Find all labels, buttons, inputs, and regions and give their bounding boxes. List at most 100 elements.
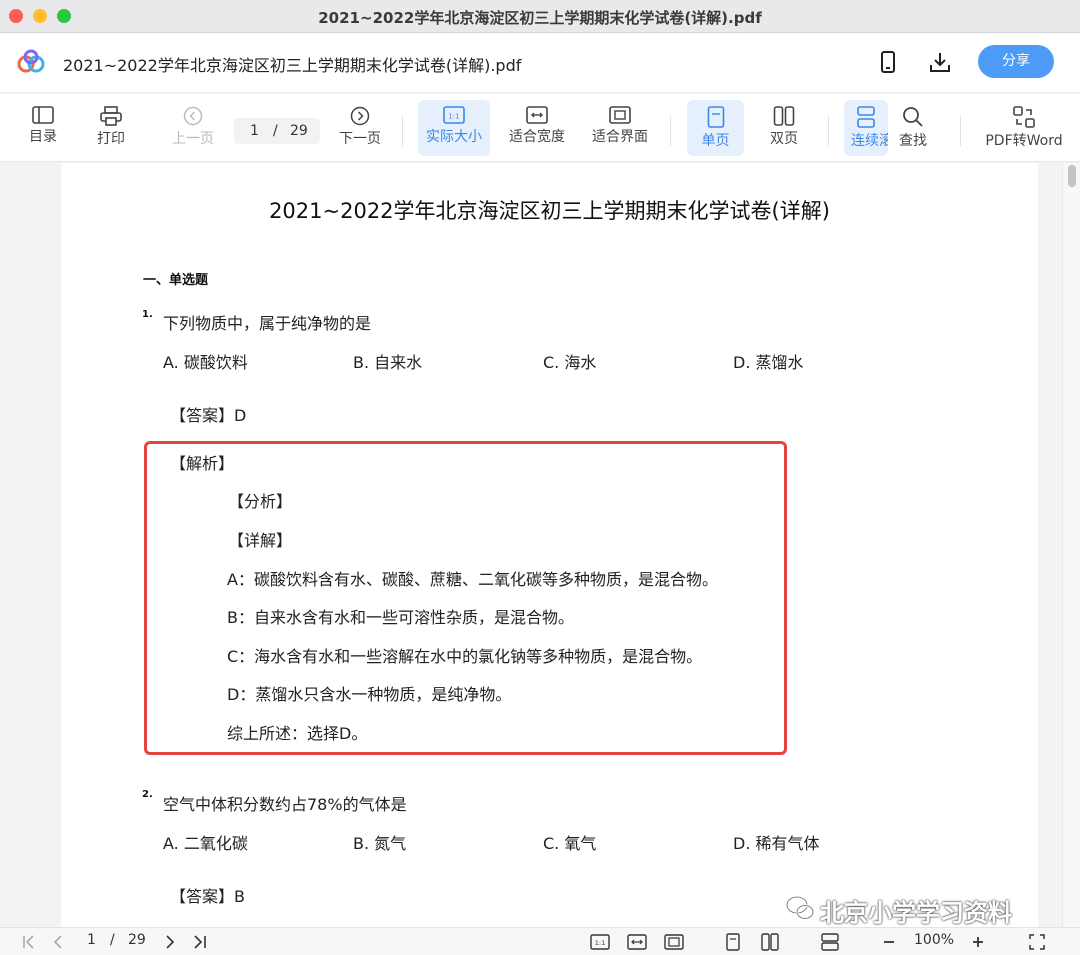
printer-icon (100, 106, 122, 126)
analysis-line: 综上所述：选择D。 (227, 724, 368, 743)
fit-window-icon[interactable] (664, 933, 684, 951)
analysis-line: 【分析】 (228, 492, 293, 511)
single-page-button[interactable]: 单页 (687, 100, 744, 156)
analysis-line: 【详解】 (228, 531, 293, 550)
prev-page-icon[interactable] (48, 933, 68, 951)
arrow-left-circle-icon (183, 106, 203, 126)
first-page-icon[interactable] (20, 933, 40, 951)
total-pages: 29 (290, 123, 308, 139)
convert-icon (1013, 106, 1035, 128)
zoom-in-icon[interactable] (968, 933, 988, 951)
analysis-line: B：自来水含有水和一些可溶性杂质，是混合物。 (227, 608, 574, 627)
bottom-current-page[interactable]: 1 (87, 932, 96, 948)
app-logo-icon (17, 49, 45, 73)
toolbar-divider (960, 116, 961, 146)
option-d: D. 稀有气体 (733, 834, 820, 853)
option-c: C. 海水 (543, 353, 597, 372)
vertical-scrollbar[interactable] (1062, 163, 1080, 927)
pdf-title: 2021~2022学年北京海淀区初三上学期期末化学试卷(详解) (269, 199, 830, 223)
double-page-label: 双页 (770, 131, 798, 147)
analysis-heading: 【解析】 (170, 454, 235, 473)
continuous-scroll-label: 连续滚 (851, 133, 888, 149)
section-heading: 一、单选题 (143, 273, 209, 288)
pdf-to-word-label: PDF转Word (985, 133, 1063, 149)
share-button[interactable]: 分享 (978, 45, 1054, 78)
last-page-icon[interactable] (190, 933, 210, 951)
arrow-right-circle-icon (350, 106, 370, 126)
window-titlebar: 2021~2022学年北京海淀区初三上学期期末化学试卷(详解).pdf (0, 0, 1080, 33)
bottom-page-separator: / (110, 932, 115, 948)
double-page-button[interactable]: 双页 (760, 100, 808, 156)
current-page: 1 (250, 123, 259, 139)
next-page-button[interactable]: 下一页 (336, 100, 384, 156)
continuous-scroll-icon (857, 106, 875, 128)
search-label: 查找 (899, 133, 927, 149)
scrollbar-thumb[interactable] (1068, 165, 1076, 187)
toc-label: 目录 (29, 129, 57, 145)
next-page-label: 下一页 (339, 131, 381, 147)
toc-button[interactable]: 目录 (22, 100, 64, 156)
search-button[interactable]: 查找 (893, 100, 933, 156)
phone-icon[interactable] (876, 50, 900, 74)
toolbar-divider (402, 116, 403, 146)
zoom-out-icon[interactable] (879, 933, 899, 951)
single-page-label: 单页 (701, 133, 730, 149)
fit-width-button[interactable]: 适合宽度 (505, 100, 569, 156)
fit-window-icon (609, 106, 631, 124)
prev-page-label: 上一页 (172, 131, 214, 147)
option-b: B. 自来水 (353, 353, 423, 372)
actual-size-icon: 1:1 (443, 106, 465, 124)
zoom-level[interactable]: 100% (914, 932, 954, 948)
analysis-line: D：蒸馏水只含水一种物质，是纯净物。 (227, 685, 512, 704)
pdf-to-word-button[interactable]: PDF转Word (983, 100, 1065, 156)
svg-text:1:1: 1:1 (595, 939, 605, 947)
double-page-icon[interactable] (760, 933, 780, 951)
watermark-text: 北京小学学习资料 (820, 899, 1012, 927)
search-icon (903, 107, 923, 127)
fit-width-label: 适合宽度 (509, 129, 565, 145)
pdf-page: 2021~2022学年北京海淀区初三上学期期末化学试卷(详解) 一、单选题 1.… (61, 163, 1038, 927)
app-header: 2021~2022学年北京海淀区初三上学期期末化学试卷(详解).pdf 分享 (0, 33, 1080, 93)
continuous-scroll-button[interactable]: 连续滚 (844, 100, 888, 156)
actual-size-icon[interactable]: 1:1 (590, 933, 610, 951)
actual-size-label: 实际大小 (426, 129, 482, 145)
option-b: B. 氮气 (353, 834, 407, 853)
page-separator: / (273, 123, 278, 139)
bottom-bar: 1 / 29 1:1 100% (0, 927, 1080, 955)
fit-width-icon (526, 106, 548, 124)
option-a: A. 二氧化碳 (163, 834, 248, 853)
sidebar-icon (32, 106, 54, 124)
single-page-icon[interactable] (723, 933, 743, 951)
answer-text: 【答案】B (170, 887, 245, 906)
page-number-input[interactable]: 1 / 29 (234, 118, 320, 144)
option-c: C. 氧气 (543, 834, 597, 853)
print-button[interactable]: 打印 (90, 100, 132, 156)
window-title: 2021~2022学年北京海淀区初三上学期期末化学试卷(详解).pdf (318, 9, 762, 27)
fit-window-label: 适合界面 (592, 129, 648, 145)
prev-page-button[interactable]: 上一页 (168, 100, 218, 156)
continuous-scroll-icon[interactable] (820, 933, 840, 951)
fit-window-button[interactable]: 适合界面 (588, 100, 652, 156)
svg-text:1:1: 1:1 (448, 113, 459, 121)
question-number: 2. (142, 789, 153, 800)
analysis-line: A：碳酸饮料含有水、碳酸、蔗糖、二氧化碳等多种物质，是混合物。 (227, 570, 718, 589)
toolbar-divider (828, 116, 829, 146)
toolbar: 目录 打印 上一页 1 / 29 下一页 1:1 实际大小 适合宽度 适合界面 … (0, 94, 1080, 162)
download-icon[interactable] (928, 50, 952, 74)
analysis-line: C：海水含有水和一些溶解在水中的氯化钠等多种物质，是混合物。 (227, 647, 703, 666)
next-page-icon[interactable] (160, 933, 180, 951)
actual-size-button[interactable]: 1:1 实际大小 (418, 100, 490, 156)
document-title: 2021~2022学年北京海淀区初三上学期期末化学试卷(详解).pdf (63, 56, 522, 75)
document-viewer[interactable]: 2021~2022学年北京海淀区初三上学期期末化学试卷(详解) 一、单选题 1.… (0, 163, 1080, 927)
option-a: A. 碳酸饮料 (163, 353, 248, 372)
single-page-icon (707, 106, 724, 128)
fit-width-icon[interactable] (627, 933, 647, 951)
bottom-total-pages: 29 (128, 932, 146, 948)
option-d: D. 蒸馏水 (733, 353, 804, 372)
fullscreen-icon[interactable] (1027, 933, 1047, 951)
print-label: 打印 (97, 131, 125, 147)
question-text: 空气中体积分数约占78%的气体是 (163, 795, 407, 814)
question-text: 下列物质中，属于纯净物的是 (163, 314, 372, 333)
wechat-icon (785, 895, 815, 920)
double-page-icon (773, 106, 795, 126)
